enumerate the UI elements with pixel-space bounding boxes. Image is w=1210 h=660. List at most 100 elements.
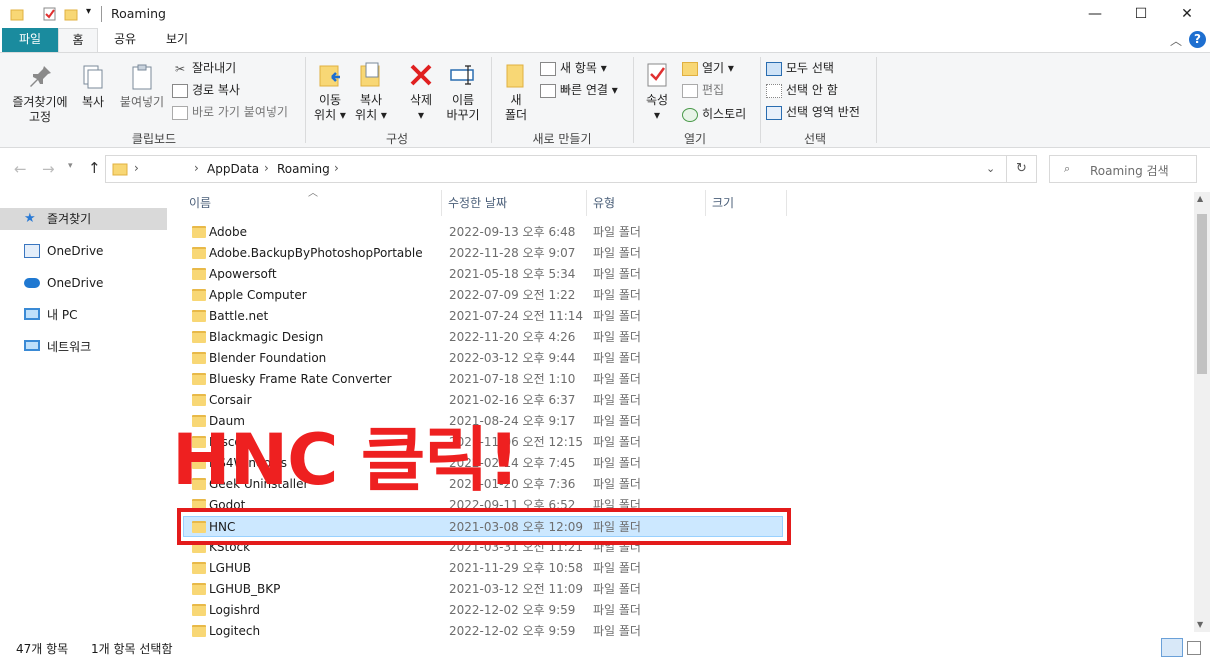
new-folder-icon [506,64,524,88]
table-row[interactable]: Adobe.BackupByPhotoshopPortable 2022-11-2… [184,243,784,264]
copy-button[interactable]: 복사 [76,63,110,110]
table-row[interactable]: Battle.net 2021-07-24 오전 11:14 파일 폴더 [184,306,784,327]
star-icon: ★ [24,211,36,226]
tab-home[interactable]: 홈 [58,28,98,52]
move-to-button[interactable]: 이동 위치 ▾ [311,61,349,123]
vertical-scrollbar[interactable]: ▲ ▼ [1194,192,1210,632]
new-folder-label-2: 폴더 [504,108,528,122]
copy-path-button[interactable]: 경로 복사 [172,81,240,98]
table-row[interactable]: Logishrd 2022-12-02 오후 9:59 파일 폴더 [184,600,784,621]
paste-shortcut-button[interactable]: 바로 가기 붙여넣기 [172,103,288,120]
scroll-up-icon[interactable]: ▲ [1197,194,1203,203]
chevron-up-icon[interactable]: ︿ [1170,32,1182,49]
tab-file[interactable]: 파일 [2,28,58,52]
tab-share[interactable]: 공유 [102,28,148,52]
move-to-label-1: 이동 [318,93,342,107]
file-type: 파일 폴더 [593,309,641,323]
table-row[interactable]: Apowersoft 2021-05-18 오후 5:34 파일 폴더 [184,264,784,285]
easy-access-button[interactable]: 빠른 연결 ▾ [540,81,618,98]
sidebar-item-onedrive-2[interactable]: OneDrive [0,272,167,294]
column-date[interactable]: 수정한 날짜 [443,190,587,216]
tab-view[interactable]: 보기 [154,28,200,52]
file-date: 2022-09-13 오후 6:48 [449,225,576,239]
table-row[interactable]: LGHUB 2021-11-29 오후 10:58 파일 폴더 [184,558,784,579]
breadcrumb-roaming[interactable]: Roaming [277,162,330,176]
invert-selection-button[interactable]: 선택 영역 반전 [766,103,860,120]
close-button[interactable]: ✕ [1164,0,1210,28]
search-input[interactable]: Roaming 검색 [1090,162,1169,179]
sidebar-item-this-pc[interactable]: 내 PC [0,304,167,326]
cut-button[interactable]: ✂ 잘라내기 [172,59,236,76]
recent-dropdown-icon[interactable]: ▾ [68,161,73,171]
delete-dropdown-icon: ▾ [417,108,425,122]
help-icon[interactable]: ? [1189,31,1206,48]
column-type[interactable]: 유형 [588,190,706,216]
folder-icon [192,289,206,301]
breadcrumb-appdata[interactable]: AppData [207,162,259,176]
properties-button[interactable]: 속성 ▾ [640,61,674,123]
select-all-button[interactable]: 모두 선택 [766,59,834,76]
file-date: 2021-05-18 오후 5:34 [449,267,576,281]
properties-check-icon[interactable] [42,6,58,22]
search-box[interactable]: ⌕ Roaming 검색 [1049,155,1197,183]
refresh-icon[interactable]: ↻ [1016,161,1027,176]
select-none-button[interactable]: 선택 안 함 [766,81,838,98]
sidebar-item-onedrive-1[interactable]: OneDrive [0,240,167,262]
ribbon-separator [876,57,877,143]
table-row[interactable]: Adobe 2022-09-13 오후 6:48 파일 폴더 [184,222,784,243]
up-arrow-icon[interactable]: ↑ [88,159,101,177]
open-button[interactable]: 열기 ▾ [682,59,734,76]
file-type: 파일 폴더 [593,267,641,281]
back-arrow-icon[interactable]: ← [14,160,27,178]
forward-arrow-icon[interactable]: → [42,160,55,178]
new-item-button[interactable]: 새 항목 ▾ [540,59,607,76]
minimize-button[interactable]: — [1072,0,1118,28]
scrollbar-thumb[interactable] [1197,214,1207,374]
folder-icon [192,604,206,616]
file-type: 파일 폴더 [593,582,641,596]
history-button[interactable]: 히스토리 [682,105,746,122]
table-row[interactable]: Bluesky Frame Rate Converter 2021-07-18 오… [184,369,784,390]
file-date: 2021-11-29 오후 10:58 [449,561,584,575]
edit-button[interactable]: 편집 [682,81,724,98]
rename-button[interactable]: 이름 바꾸기 [443,61,483,123]
maximize-button[interactable]: ☐ [1118,0,1164,28]
file-type: 파일 폴더 [593,225,641,239]
paste-button[interactable]: 붙여넣기 [114,63,170,110]
scroll-down-icon[interactable]: ▼ [1197,620,1203,629]
new-group-label: 새로 만들기 [532,132,592,146]
quick-access-dropdown-icon[interactable]: ▾ [86,6,91,17]
copy-path-icon [172,83,188,98]
details-view-icon[interactable] [1161,638,1183,657]
new-folder-button[interactable]: 새 폴더 [498,61,534,123]
table-row[interactable]: Blackmagic Design 2022-11-20 오후 4:26 파일 폴더 [184,327,784,348]
table-row[interactable]: LGHUB_BKP 2021-03-12 오전 11:09 파일 폴더 [184,579,784,600]
file-date: 2022-12-02 오후 9:59 [449,603,576,617]
breadcrumb-separator-icon[interactable]: › [334,161,339,175]
folder-icon [192,352,206,364]
table-row[interactable]: Apple Computer 2022-07-09 오전 1:22 파일 폴더 [184,285,784,306]
file-name: LGHUB_BKP [209,582,281,596]
copy-to-button[interactable]: 복사 위치 ▾ [352,61,390,123]
window-title: Roaming [111,6,166,21]
large-icons-view-icon[interactable] [1187,641,1201,655]
column-size[interactable]: 크기 [707,190,787,216]
item-count: 47개 항목 [16,642,69,656]
sidebar-item-quick-access[interactable]: ★ 즐겨찾기 [0,208,167,230]
table-row[interactable]: Corsair 2021-02-16 오후 6:37 파일 폴더 [184,390,784,411]
sidebar-item-label: OneDrive [47,244,104,258]
delete-button[interactable]: 삭제 ▾ [402,61,440,123]
breadcrumb-separator-icon[interactable]: › [194,161,199,175]
sidebar-item-network[interactable]: 네트워크 [0,336,167,358]
history-icon [682,107,698,122]
ribbon-tabs: 파일 홈 공유 보기 ︿ ? [0,28,1210,52]
breadcrumb-separator-icon[interactable]: › [264,161,269,175]
address-bar[interactable]: › › AppData › Roaming › ⌄ ↻ [105,155,1037,183]
column-name[interactable]: 이름 [184,190,442,216]
new-folder-quick-icon[interactable] [64,7,78,21]
paste-shortcut-icon [172,105,188,120]
breadcrumb-separator-icon[interactable]: › [134,161,139,175]
table-row[interactable]: Blender Foundation 2022-03-12 오후 9:44 파일 폴… [184,348,784,369]
pin-to-quick-access-button[interactable]: 즐겨찾기에 고정 [6,63,74,125]
address-dropdown-icon[interactable]: ⌄ [986,162,995,175]
